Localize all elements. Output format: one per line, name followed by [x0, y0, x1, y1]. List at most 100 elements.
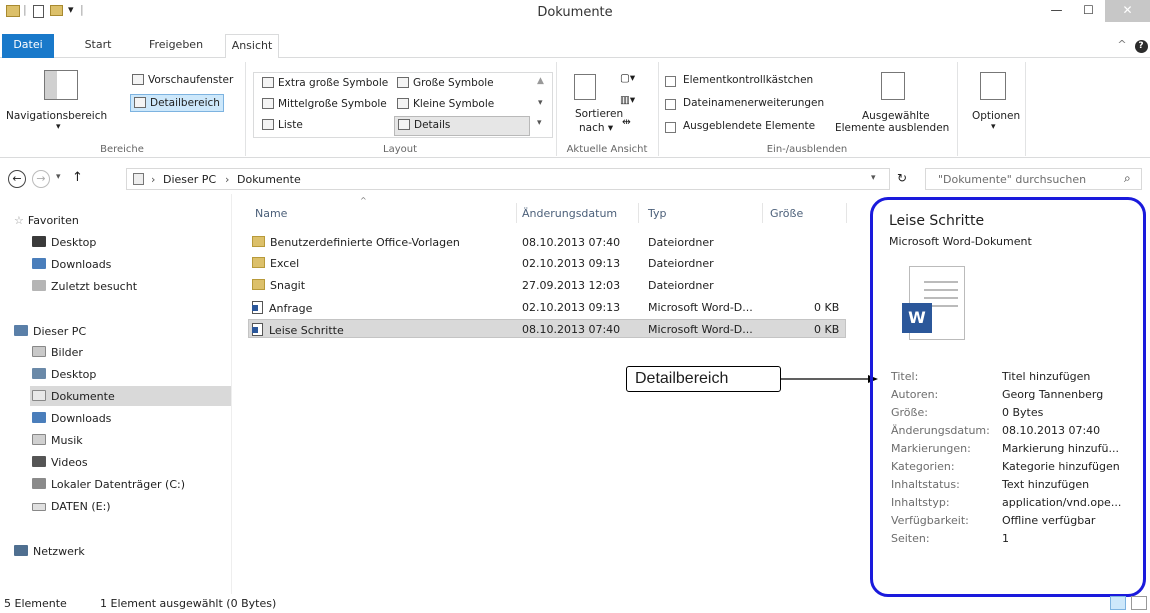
search-icon[interactable]: ⌕ [1124, 171, 1131, 186]
layout-details-button[interactable]: Details [394, 116, 530, 136]
prop-value: 1 [1002, 532, 1009, 545]
ausgewaehlte-label[interactable]: Ausgewählte [862, 110, 930, 122]
word-document-icon: W [902, 266, 965, 340]
nav-downloads-label: Downloads [51, 412, 112, 425]
nav-fav-zuletzt[interactable]: Zuletzt besucht [32, 280, 137, 293]
layout-extra-label: Extra große Symbole [278, 77, 389, 89]
nav-favoriten[interactable]: ☆ Favoriten [14, 214, 79, 227]
nav-dokumente[interactable]: Dokumente [32, 390, 115, 403]
nav-videos[interactable]: Videos [32, 456, 88, 469]
optionen-button[interactable]: Optionen [972, 110, 1020, 122]
file-date: 02.10.2013 09:13 [522, 301, 621, 314]
vorschaufenster-button[interactable]: Vorschaufenster [132, 74, 233, 86]
layout-mittel-button[interactable]: Mittelgroße Symbole [262, 98, 387, 110]
refresh-icon[interactable]: ↻ [897, 171, 907, 185]
breadcrumb-dokumente[interactable]: Dokumente [237, 173, 301, 186]
nav-lokaler-datentraeger[interactable]: Lokaler Datenträger (C:) [32, 478, 185, 491]
nav-musik[interactable]: Musik [32, 434, 83, 447]
gallery-more-icon[interactable]: ▾ [537, 118, 542, 128]
tab-datei[interactable]: Datei [2, 34, 54, 58]
ausgeblendete-elemente-checkbox[interactable] [665, 122, 676, 133]
elemente-ausblenden-button[interactable]: Elemente ausblenden [835, 122, 949, 134]
prop-value[interactable]: Text hinzufügen [1002, 478, 1089, 491]
details-view-icon[interactable] [1110, 596, 1126, 610]
gallery-scroll-up-icon[interactable]: ▲ [537, 76, 544, 86]
details-pane-icon [134, 97, 146, 108]
file-type: Microsoft Word-D... [648, 301, 753, 314]
detailbereich-button[interactable]: Detailbereich [130, 94, 224, 112]
maximize-button[interactable]: ☐ [1072, 0, 1105, 22]
table-row[interactable]: Excel 02.10.2013 09:13 Dateiordner [248, 254, 846, 273]
nav-bilder[interactable]: Bilder [32, 346, 83, 359]
nav-favoriten-label: Favoriten [27, 214, 79, 227]
column-header-date[interactable]: Änderungsdatum [522, 207, 617, 220]
forward-button[interactable]: → [32, 170, 50, 188]
file-name: Anfrage [252, 301, 312, 315]
prop-value[interactable]: application/vnd.ope... [1002, 496, 1121, 509]
file-name: Benutzerdefinierte Office-Vorlagen [252, 236, 460, 249]
column-divider [846, 203, 847, 223]
column-divider [638, 203, 639, 223]
search-input[interactable]: "Dokumente" durchsuchen ⌕ [925, 168, 1142, 190]
prop-value[interactable]: Kategorie hinzufügen [1002, 460, 1120, 473]
table-row[interactable]: Benutzerdefinierte Office-Vorlagen 08.10… [248, 233, 846, 252]
table-row-selected[interactable]: Leise Schritte 08.10.2013 07:40 Microsof… [248, 319, 846, 338]
prop-value[interactable]: Titel hinzufügen [1002, 370, 1090, 383]
size-columns-icon[interactable]: ⇹ [622, 116, 631, 128]
nav-downloads[interactable]: Downloads [32, 412, 111, 425]
close-button[interactable]: ✕ [1105, 0, 1150, 22]
collapse-ribbon-icon[interactable]: ^ [1115, 34, 1129, 58]
minimize-button[interactable]: — [1040, 0, 1073, 22]
layout-klein-button[interactable]: Kleine Symbole [397, 98, 494, 110]
nav-desktop[interactable]: Desktop [32, 368, 96, 381]
prop-value[interactable]: 08.10.2013 07:40 [1002, 424, 1100, 437]
table-row[interactable]: Anfrage 02.10.2013 09:13 Microsoft Word-… [248, 298, 846, 317]
prop-value[interactable]: Georg Tannenberg [1002, 388, 1103, 401]
help-icon[interactable]: ? [1133, 34, 1149, 58]
chevron-down-icon: ▾ [56, 122, 61, 132]
extra-large-icons-icon [262, 77, 274, 88]
layout-details-label: Details [414, 119, 451, 131]
large-icons-view-icon[interactable] [1131, 596, 1147, 610]
file-name: Leise Schritte [252, 323, 344, 337]
layout-extra-button[interactable]: Extra große Symbole [262, 77, 388, 89]
large-icons-icon [397, 77, 409, 88]
address-dropdown-icon[interactable]: ▾ [871, 173, 876, 183]
recent-locations-icon[interactable]: ▾ [56, 172, 61, 182]
table-row[interactable]: Snagit 27.09.2013 12:03 Dateiordner [248, 276, 846, 295]
file-type: Dateiordner [648, 257, 714, 270]
music-icon [32, 434, 46, 445]
layout-gross-button[interactable]: Große Symbole [397, 77, 494, 89]
tab-ansicht[interactable]: Ansicht [225, 34, 279, 59]
back-button[interactable]: ← [8, 170, 26, 188]
tab-start[interactable]: Start [78, 34, 118, 58]
group-by-icon[interactable]: ▢▾ [620, 72, 635, 84]
column-header-type[interactable]: Typ [648, 207, 667, 220]
up-button[interactable]: ↑ [72, 170, 83, 185]
gallery-scroll-down-icon[interactable]: ▾ [538, 98, 543, 108]
nav-dieser-pc-label: Dieser PC [33, 325, 87, 338]
file-type: Microsoft Word-D... [648, 323, 753, 336]
tab-freigeben[interactable]: Freigeben [140, 34, 212, 58]
file-name-text: Excel [270, 257, 300, 270]
layout-liste-button[interactable]: Liste [262, 119, 303, 131]
column-header-name[interactable]: Name [255, 207, 287, 220]
nav-fav-downloads[interactable]: Downloads [32, 258, 111, 271]
pictures-icon [32, 346, 46, 357]
address-bar[interactable]: › Dieser PC › Dokumente ▾ [126, 168, 890, 190]
navigationsbereich-button[interactable]: Navigationsbereich [6, 110, 107, 122]
nav-fav-desktop[interactable]: Desktop [32, 236, 96, 249]
nav-dieser-pc[interactable]: Dieser PC [14, 325, 86, 338]
nav-netzwerk[interactable]: Netzwerk [14, 545, 85, 558]
dateinamenerweiterungen-checkbox[interactable] [665, 99, 676, 110]
sortieren-button[interactable]: Sortieren [575, 108, 623, 120]
column-header-size[interactable]: Größe [770, 207, 803, 220]
prop-key: Kategorien: [891, 460, 955, 473]
callout-label: Detailbereich [626, 366, 781, 392]
prop-value[interactable]: Markierung hinzufü... [1002, 442, 1119, 455]
nav-daten[interactable]: DATEN (E:) [32, 500, 111, 513]
elementkontrollkaestchen-checkbox[interactable] [665, 76, 676, 87]
prop-key: Änderungsdatum: [891, 424, 990, 437]
breadcrumb-dieser-pc[interactable]: Dieser PC [163, 173, 216, 186]
add-columns-icon[interactable]: ▥▾ [620, 94, 635, 106]
